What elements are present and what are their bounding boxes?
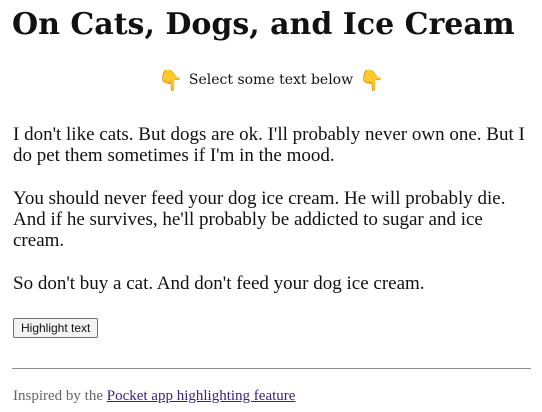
footer: Inspired by the Pocket app highlighting … xyxy=(13,386,295,406)
selection-hint: 👇 Select some text below 👇 xyxy=(0,69,542,91)
pointing-down-hand-icon: 👇 xyxy=(359,68,384,92)
paragraph-cats[interactable]: I don't like cats. But dogs are ok. I'll… xyxy=(13,124,531,166)
selection-hint-text: Select some text below xyxy=(188,72,354,88)
highlight-text-button[interactable]: Highlight text xyxy=(13,318,99,338)
paragraph-conclusion[interactable]: So don't buy a cat. And don't feed your … xyxy=(13,273,531,294)
page: On Cats, Dogs, and Ice Cream 👇 Select som… xyxy=(0,0,542,412)
pointing-down-hand-icon: 👇 xyxy=(157,68,183,92)
divider xyxy=(12,368,531,369)
footer-prefix: Inspired by the xyxy=(13,388,107,404)
pocket-feature-link[interactable]: Pocket app highlighting feature xyxy=(107,388,296,404)
paragraph-ice-cream[interactable]: You should never feed your dog ice cream… xyxy=(13,188,531,251)
page-title: On Cats, Dogs, and Ice Cream xyxy=(12,7,515,42)
